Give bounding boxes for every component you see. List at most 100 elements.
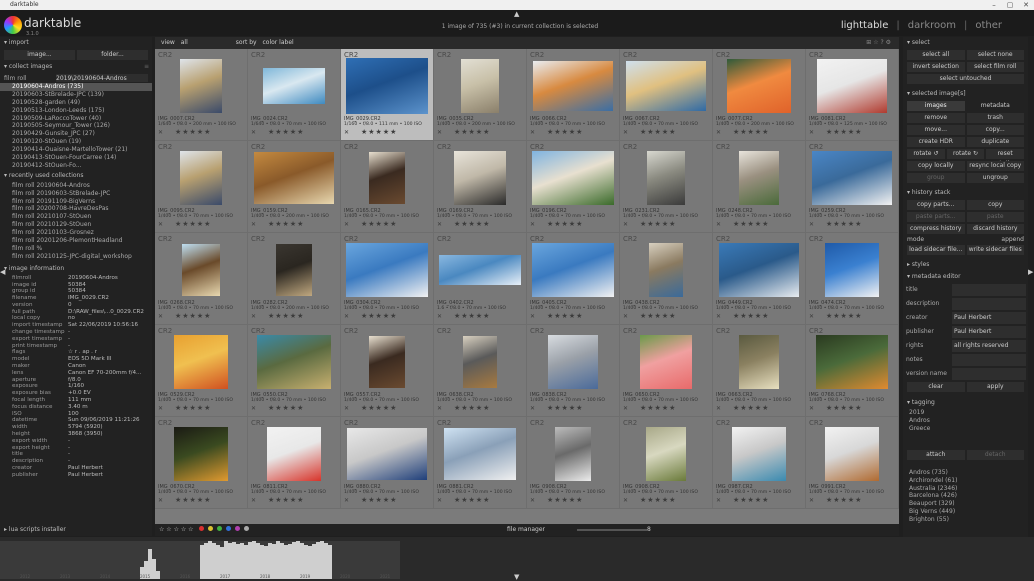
- star-rating[interactable]: ★★★★★: [361, 128, 397, 136]
- star-rating[interactable]: ★★★★★: [361, 312, 397, 320]
- collect-list-item[interactable]: 20190513-London-Leeds (175): [0, 107, 152, 115]
- reject-icon[interactable]: ✕: [530, 497, 535, 504]
- color-label-dot-icon[interactable]: [226, 526, 232, 531]
- dictionary-tag[interactable]: Beauport (329): [903, 500, 1028, 508]
- thumbnail-image[interactable]: [719, 243, 799, 297]
- thumbnail-image[interactable]: [739, 151, 779, 205]
- thumbnail-image[interactable]: [816, 335, 888, 389]
- zoom-value[interactable]: 8: [647, 524, 651, 536]
- metadata-header[interactable]: ▾ metadata editor: [903, 271, 1028, 283]
- reject-icon[interactable]: ✕: [251, 497, 256, 504]
- thumbnail-image[interactable]: [346, 243, 428, 297]
- dictionary-tag[interactable]: Brighton (55): [903, 516, 1028, 524]
- reject-icon[interactable]: ✕: [623, 497, 628, 504]
- thumbnail-cell[interactable]: CR2 IMG_0165.CR2 1/400 • f/8.0 • 70 mm • 1…: [341, 141, 434, 233]
- dictionary-tag[interactable]: Big Verns (449): [903, 508, 1028, 516]
- reject-icon[interactable]: ✕: [158, 405, 163, 412]
- attached-tag[interactable]: Andros: [903, 417, 1028, 425]
- collect-list-item[interactable]: 20190414-Ouaisne-MartelloTower (21): [0, 146, 152, 154]
- star-rating[interactable]: ★★★★★: [361, 496, 397, 504]
- thumbnail-cell[interactable]: CR2 IMG_0405.CR2 1/400 • f/8.0 • 70 mm • 1…: [527, 233, 620, 325]
- collect-list-item[interactable]: 20190413-StOuen-FourCarree (14): [0, 154, 152, 162]
- thumbnail-image[interactable]: [347, 428, 427, 480]
- bottom-panel-toggle-icon[interactable]: ▼: [514, 573, 519, 581]
- dictionary-tag[interactable]: Andros (735): [903, 469, 1028, 477]
- copy-parts-button[interactable]: copy parts...: [907, 200, 965, 210]
- thumbnail-cell[interactable]: CR2 IMG_0282.CR2 1/400 • f/8.0 • 200 mm • …: [248, 233, 341, 325]
- star-rating[interactable]: ★★★★★: [640, 312, 676, 320]
- thumbnail-cell[interactable]: CR2 IMG_0663.CR2 1/400 • f/8.0 • 70 mm • 1…: [713, 325, 806, 417]
- star-rating[interactable]: ★★★★★: [826, 220, 862, 228]
- star-rating[interactable]: ★★★★★: [361, 220, 397, 228]
- attached-tag[interactable]: 2019: [903, 409, 1028, 417]
- view-filter-select[interactable]: all: [181, 39, 188, 46]
- selected-action-button[interactable]: reset rotation: [986, 149, 1025, 167]
- thumbnail-image[interactable]: [647, 151, 685, 205]
- reject-icon[interactable]: ✕: [809, 313, 814, 320]
- reject-icon[interactable]: ✕: [437, 497, 442, 504]
- top-panel-toggle-icon[interactable]: ▲: [514, 10, 519, 18]
- recent-collection-item[interactable]: film roll %: [0, 245, 152, 253]
- zoom-slider[interactable]: [577, 529, 647, 531]
- recent-collection-item[interactable]: film roll 20190604-Andros: [0, 182, 152, 190]
- thumbnail-cell[interactable]: CR2 IMG_0095.CR2 1/400 • f/8.0 • 70 mm • 1…: [155, 141, 248, 233]
- star-rating[interactable]: ★★★★★: [826, 496, 862, 504]
- thumbnail-image[interactable]: [739, 335, 779, 389]
- thumbnail-image[interactable]: [444, 428, 516, 480]
- thumbnail-image[interactable]: [555, 427, 591, 481]
- thumbnail-image[interactable]: [548, 335, 598, 389]
- star-rating[interactable]: ★★★★★: [175, 220, 211, 228]
- thumbnail-image[interactable]: [180, 59, 222, 113]
- star-rating[interactable]: ★★★★★: [175, 496, 211, 504]
- thumbnail-image[interactable]: [276, 244, 312, 296]
- star-rating-filter[interactable]: ☆ ☆ ☆ ☆ ☆: [159, 526, 194, 533]
- recent-collection-item[interactable]: film roll 20210125-JPC-digital_workshop: [0, 253, 152, 261]
- close-icon[interactable]: ✕: [1018, 0, 1034, 10]
- thumbnail-cell[interactable]: CR2 IMG_0159.CR2 1/400 • f/8.0 • 200 mm • …: [248, 141, 341, 233]
- star-rating[interactable]: ★★★★★: [640, 220, 676, 228]
- image-info-header[interactable]: ▾ image information: [0, 263, 152, 275]
- star-rating[interactable]: ★★★★★: [175, 404, 211, 412]
- view-lighttable[interactable]: lighttable: [841, 20, 889, 31]
- copy-button[interactable]: copy: [966, 200, 1024, 210]
- reject-icon[interactable]: ✕: [623, 405, 628, 412]
- star-rating[interactable]: ★★★★★: [268, 404, 304, 412]
- thumbnail-cell[interactable]: CR2 IMG_0991.CR2 1/400 • f/8.0 • 70 mm • 1…: [806, 417, 899, 509]
- attached-tag[interactable]: Greece: [903, 425, 1028, 433]
- thumbnail-image[interactable]: [369, 152, 405, 204]
- reject-icon[interactable]: ✕: [344, 405, 349, 412]
- reject-icon[interactable]: ✕: [809, 129, 814, 136]
- thumbnail-image[interactable]: [463, 336, 497, 388]
- thumbnail-cell[interactable]: CR2 IMG_0066.CR2 1/400 • f/8.0 • 70 mm • 1…: [527, 49, 620, 141]
- paste-parts-button[interactable]: paste parts...: [907, 212, 965, 222]
- collect-query-input[interactable]: 2019\20190604-Andros: [56, 74, 148, 82]
- import-folder-button[interactable]: folder...: [77, 50, 148, 60]
- star-rating[interactable]: ★★★★★: [175, 128, 211, 136]
- metadata-clear-button[interactable]: clear: [907, 382, 965, 392]
- reject-icon[interactable]: ✕: [344, 129, 349, 136]
- thumbnail-cell[interactable]: CR2 IMG_0081.CR2 1/400 • f/8.0 • 125 mm • …: [806, 49, 899, 141]
- collect-list-item[interactable]: 20190505-Seymour_Tower (126): [0, 122, 152, 130]
- reject-icon[interactable]: ✕: [716, 129, 721, 136]
- selected-action-button[interactable]: duplicate: [966, 137, 1024, 147]
- collect-list-item[interactable]: 20190120-StOuen (19): [0, 138, 152, 146]
- reject-icon[interactable]: ✕: [344, 313, 349, 320]
- star-rating[interactable]: ★★★★★: [268, 220, 304, 228]
- reject-icon[interactable]: ✕: [344, 497, 349, 504]
- collect-list-item[interactable]: 20190528-garden (49): [0, 99, 152, 107]
- star-rating[interactable]: ★★★★★: [547, 312, 583, 320]
- thumbnail-image[interactable]: [646, 427, 686, 481]
- thumbnail-cell[interactable]: CR2 IMG_0768.CR2 1/400 • f/8.0 • 70 mm • 1…: [806, 325, 899, 417]
- select-untouched-button[interactable]: select untouched: [907, 74, 1024, 84]
- thumbnail-cell[interactable]: CR2 IMG_0196.CR2 1/400 • f/8.0 • 70 mm • 1…: [527, 141, 620, 233]
- thumbnail-image[interactable]: [532, 151, 614, 205]
- right-panel-toggle-icon[interactable]: ▶: [1028, 268, 1033, 276]
- reject-icon[interactable]: ✕: [251, 221, 256, 228]
- reject-icon[interactable]: ✕: [437, 129, 442, 136]
- thumbnail-image[interactable]: [182, 244, 220, 296]
- reject-icon[interactable]: ✕: [623, 129, 628, 136]
- star-rating[interactable]: ★★★★★: [547, 404, 583, 412]
- thumbnail-image[interactable]: [180, 151, 222, 205]
- star-rating[interactable]: ★★★★★: [547, 496, 583, 504]
- star-rating[interactable]: ★★★★★: [454, 404, 490, 412]
